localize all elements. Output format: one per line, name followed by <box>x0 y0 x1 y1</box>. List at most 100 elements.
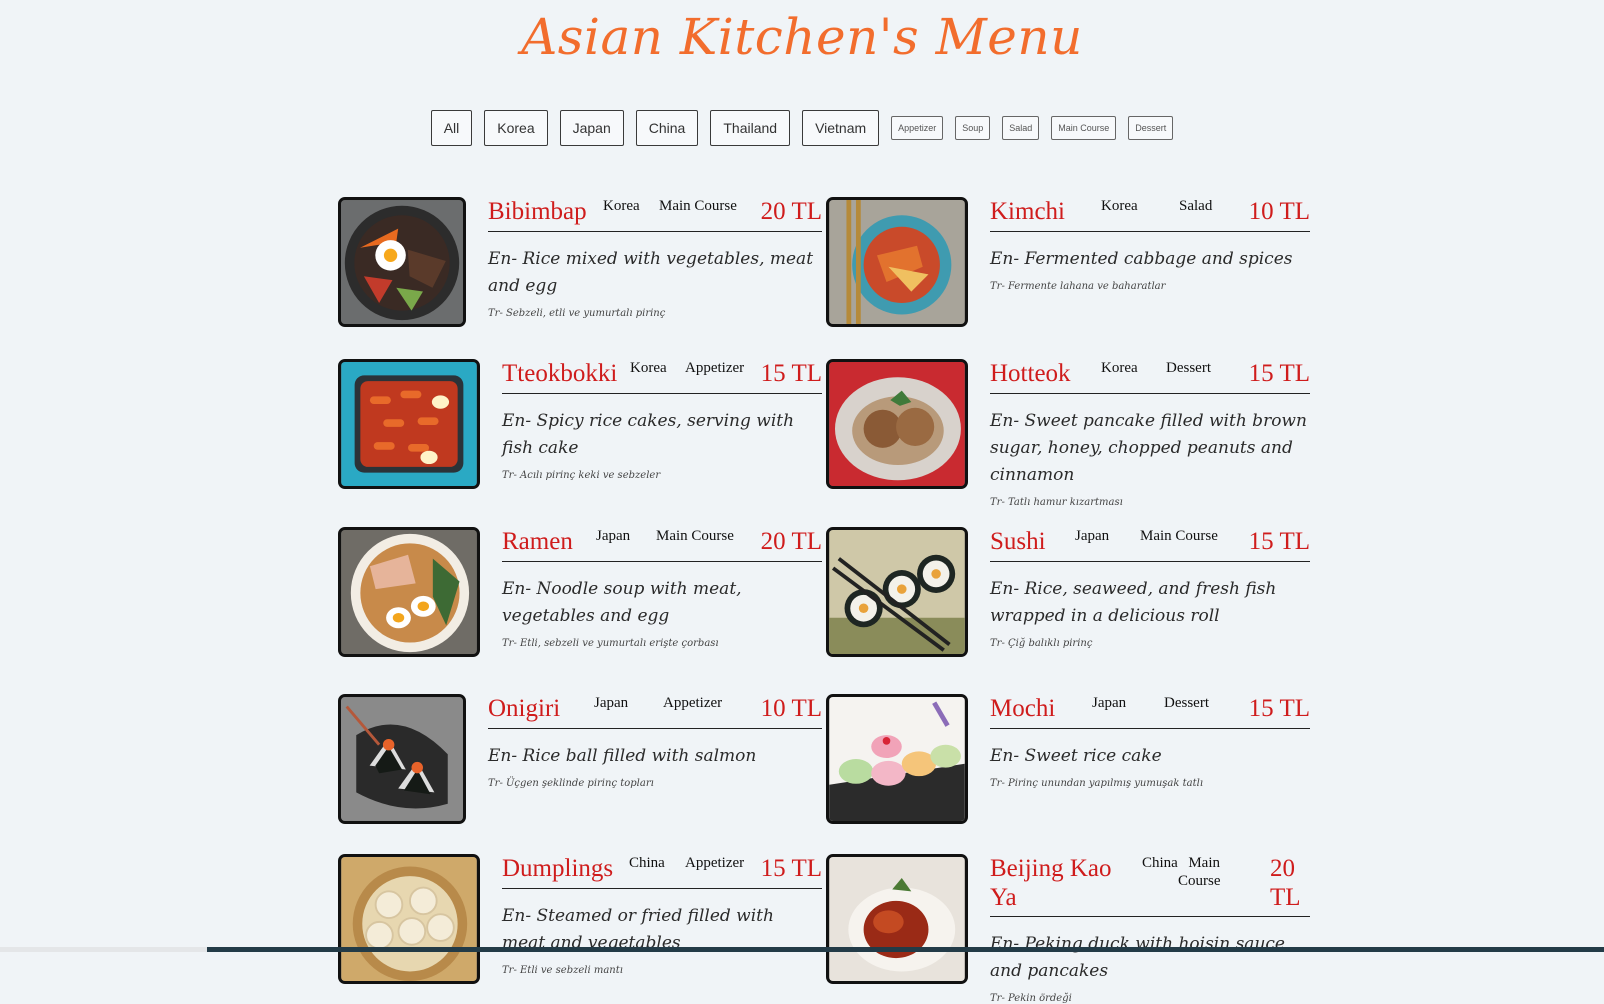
bibimbap-photo <box>338 197 466 327</box>
item-description-en: En- Sweet rice cake <box>990 746 1162 766</box>
filter-main-course-button[interactable]: Main Course <box>1051 116 1117 140</box>
item-description-en: En- Spicy rice cakes, serving with fish … <box>502 411 795 458</box>
item-name: Mochi <box>990 695 1056 722</box>
item-name: Hotteok <box>990 360 1071 387</box>
item-description-en: En- Fermented cabbage and spices <box>990 249 1293 269</box>
item-description-tr: Tr- Acılı pirinç keki ve sebzeler <box>502 470 661 481</box>
item-price: 15 TL <box>1248 360 1310 387</box>
ramen-info: Ramen Japan Main Course 20 TL En- Noodle… <box>502 527 822 649</box>
item-country: Korea <box>1101 360 1138 376</box>
item-price: 15 TL <box>1248 528 1310 555</box>
item-country: Japan <box>1092 695 1127 711</box>
item-price: 15 TL <box>760 360 822 387</box>
item-category: Appetizer <box>663 695 723 711</box>
onigiri-info: Onigiri Japan Appetizer 10 TL En- Rice b… <box>488 694 822 789</box>
item-header: Beijing Kao Ya China Main Course 20 TL <box>990 854 1310 917</box>
item-category: Main Course <box>656 528 734 544</box>
item-category: Main Course <box>1178 855 1221 889</box>
item-name: Dumplings <box>502 855 614 882</box>
item-header: Sushi Japan Main Course 15 TL <box>990 527 1310 562</box>
item-description-en: En- Peking duck with hoisin sauce and pa… <box>990 934 1285 981</box>
scrollbar-thumb[interactable] <box>207 947 1604 952</box>
beijing-kao-ya-info: Beijing Kao Ya China Main Course 20 TL E… <box>990 854 1310 1004</box>
sushi-info: Sushi Japan Main Course 15 TL En- Rice, … <box>990 527 1310 649</box>
item-country: Korea <box>603 198 640 214</box>
filter-korea-button[interactable]: Korea <box>484 110 548 146</box>
kimchi-photo <box>826 197 968 327</box>
item-description-tr: Tr- Etli ve sebzeli mantı <box>502 965 623 976</box>
onigiri-photo <box>338 694 466 824</box>
item-name: Onigiri <box>488 695 561 722</box>
sushi-photo <box>826 527 968 657</box>
item-description-tr: Tr- Pirinç unundan yapılmış yumuşak tatl… <box>990 778 1204 789</box>
item-description-en: En- Noodle soup with meat, vegetables an… <box>502 579 742 626</box>
menu-item-kimchi: Kimchi Korea Salad 10 TL En- Fermented c… <box>826 197 1310 329</box>
filter-salad-button[interactable]: Salad <box>1002 116 1040 140</box>
hotteok-info: Hotteok Korea Dessert 15 TL En- Sweet pa… <box>990 359 1310 508</box>
item-category: Salad <box>1179 198 1213 214</box>
mochi-info: Mochi Japan Dessert 15 TL En- Sweet rice… <box>990 694 1310 789</box>
item-description-tr: Tr- Çiğ balıklı pirinç <box>990 638 1093 649</box>
filter-dessert-button[interactable]: Dessert <box>1128 116 1174 140</box>
item-price: 10 TL <box>760 695 822 722</box>
horizontal-scrollbar[interactable] <box>0 947 1604 952</box>
filter-vietnam-button[interactable]: Vietnam <box>802 110 880 146</box>
item-header: Bibimbap Korea Main Course 20 TL <box>488 197 822 232</box>
filter-soup-button[interactable]: Soup <box>955 116 991 140</box>
item-description-en: En- Rice ball filled with salmon <box>488 746 757 766</box>
bibimbap-info: Bibimbap Korea Main Course 20 TL En- Ric… <box>488 197 822 319</box>
dumplings-info: Dumplings China Appetizer 15 TL En- Stea… <box>502 854 822 976</box>
item-country: Japan <box>596 528 631 544</box>
item-header: Tteokbokki Korea Appetizer 15 TL <box>502 359 822 394</box>
item-price: 20 TL <box>1270 855 1301 911</box>
item-category: Appetizer <box>685 360 745 376</box>
item-description-tr: Tr- Pekin ördeği <box>990 993 1072 1004</box>
menu-item-tteokbokki: Tteokbokki Korea Appetizer 15 TL En- Spi… <box>338 359 822 491</box>
item-header: Ramen Japan Main Course 20 TL <box>502 527 822 562</box>
menu-item-mochi: Mochi Japan Dessert 15 TL En- Sweet rice… <box>826 694 1310 826</box>
menu-item-sushi: Sushi Japan Main Course 15 TL En- Rice, … <box>826 527 1310 659</box>
item-price: 15 TL <box>760 855 822 882</box>
item-country: Japan <box>1075 528 1110 544</box>
item-price: 15 TL <box>1248 695 1310 722</box>
item-name: Kimchi <box>990 198 1065 225</box>
item-description-tr: Tr- Sebzeli, etli ve yumurtalı pirinç <box>488 308 666 319</box>
item-description-tr: Tr- Fermente lahana ve baharatlar <box>990 281 1166 292</box>
mochi-photo <box>826 694 968 824</box>
menu-item-ramen: Ramen Japan Main Course 20 TL En- Noodle… <box>338 527 822 659</box>
item-header: Onigiri Japan Appetizer 10 TL <box>488 694 822 729</box>
filter-china-button[interactable]: China <box>635 110 699 146</box>
filter-bar: All Korea Japan China Thailand Vietnam A… <box>0 110 1604 146</box>
filter-appetizer-button[interactable]: Appetizer <box>891 116 944 140</box>
menu-item-bibimbap: Bibimbap Korea Main Course 20 TL En- Ric… <box>338 197 822 329</box>
beijing-kao-ya-photo <box>826 854 968 984</box>
page-title: Asian Kitchen's Menu <box>521 8 1083 66</box>
item-category: Dessert <box>1164 695 1209 711</box>
item-category: Main Course <box>1140 528 1218 544</box>
hotteok-photo <box>826 359 968 489</box>
item-name: Beijing Kao Ya <box>990 855 1112 911</box>
item-description-en: En- Sweet pancake filled with brown suga… <box>990 411 1307 485</box>
item-description-en: En- Rice mixed with vegetables, meat and… <box>488 249 814 296</box>
item-country: China <box>1142 855 1178 871</box>
item-header: Hotteok Korea Dessert 15 TL <box>990 359 1310 394</box>
dumplings-photo <box>338 854 480 984</box>
item-country: Korea <box>1101 198 1138 214</box>
menu-item-onigiri: Onigiri Japan Appetizer 10 TL En- Rice b… <box>338 694 822 826</box>
filter-thailand-button[interactable]: Thailand <box>710 110 791 146</box>
filter-japan-button[interactable]: Japan <box>559 110 624 146</box>
item-header: Kimchi Korea Salad 10 TL <box>990 197 1310 232</box>
menu-item-hotteok: Hotteok Korea Dessert 15 TL En- Sweet pa… <box>826 359 1310 508</box>
item-description-tr: Tr- Üçgen şeklinde pirinç topları <box>488 778 654 789</box>
filter-all-button[interactable]: All <box>430 110 473 146</box>
item-category: Main Course <box>659 198 737 214</box>
item-name: Bibimbap <box>488 198 587 225</box>
tteokbokki-photo <box>338 359 480 489</box>
menu-item-beijing-kao-ya: Beijing Kao Ya China Main Course 20 TL E… <box>826 854 1310 1004</box>
tteokbokki-info: Tteokbokki Korea Appetizer 15 TL En- Spi… <box>502 359 822 481</box>
item-country: Korea <box>630 360 667 376</box>
item-country: Japan <box>594 695 629 711</box>
item-name: Ramen <box>502 528 573 555</box>
item-description-tr: Tr- Etli, sebzeli ve yumurtalı erişte ço… <box>502 638 719 649</box>
item-price: 20 TL <box>760 528 822 555</box>
